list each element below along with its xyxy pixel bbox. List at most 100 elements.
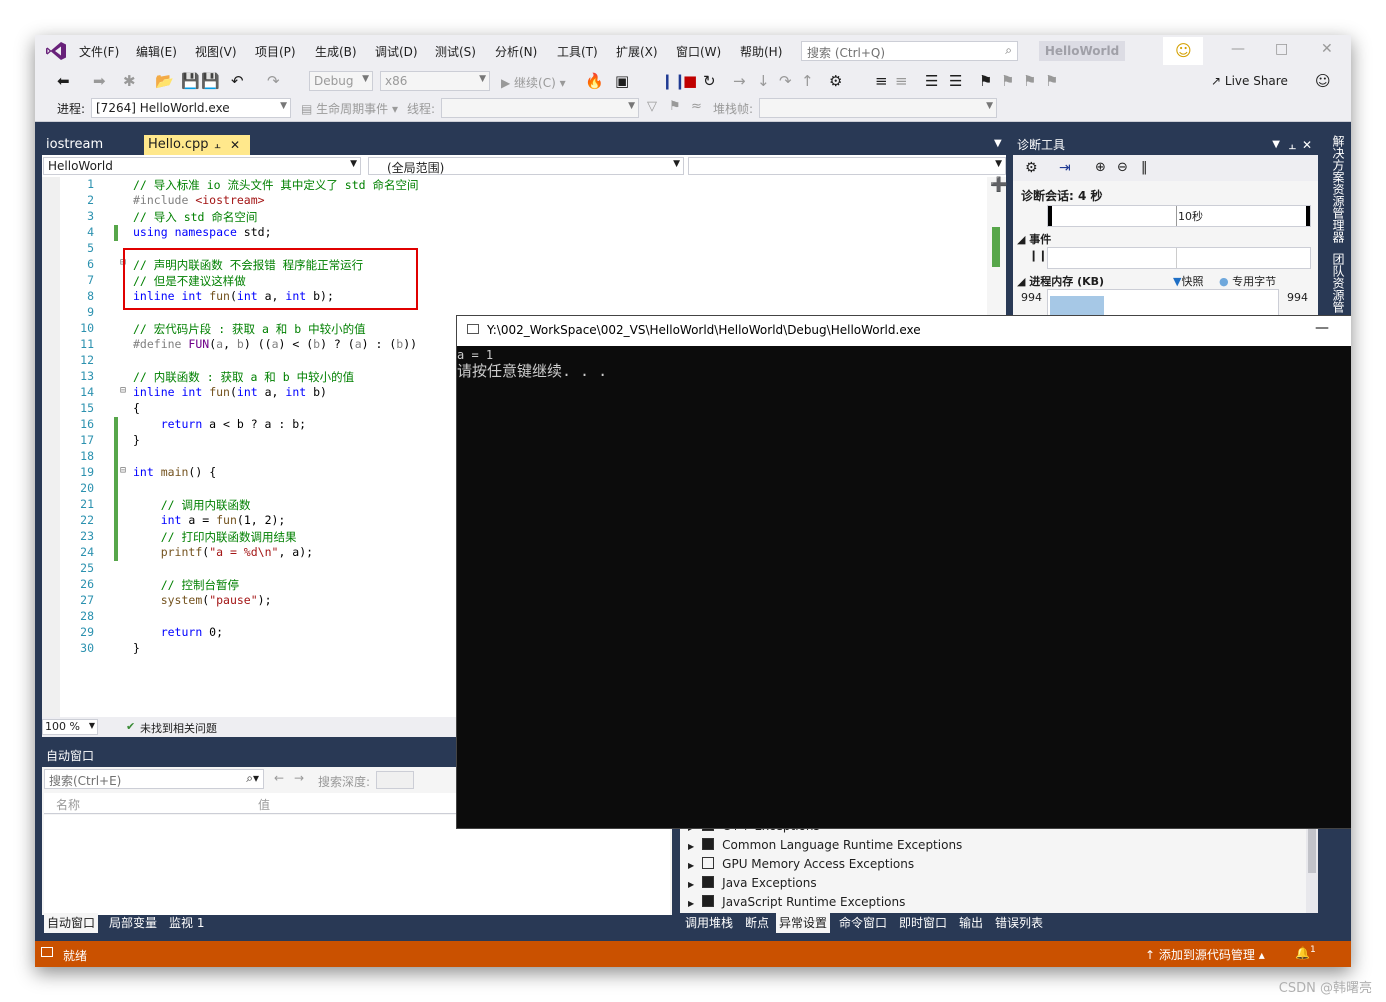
events-header[interactable]: ◢ 事件: [1017, 231, 1051, 247]
tab-exception-settings[interactable]: 异常设置: [776, 913, 831, 933]
pin-icon[interactable]: ⫠: [1289, 135, 1296, 155]
maximize-icon[interactable]: □: [1275, 41, 1288, 57]
back-icon[interactable]: ⬅: [57, 72, 70, 90]
menu-analyze[interactable]: 分析(N): [495, 43, 537, 60]
tab-hello-cpp[interactable]: Hello.cpp ⫠ ✕: [144, 135, 250, 155]
indent-icon[interactable]: ☰: [925, 72, 938, 90]
member-dropdown[interactable]: ▼: [688, 157, 1006, 175]
comment-icon[interactable]: ≡: [875, 72, 888, 90]
bookmark-icon[interactable]: ⚑: [979, 72, 992, 90]
forward-icon[interactable]: →: [294, 771, 304, 785]
debug-tools-icon[interactable]: ⚙: [829, 72, 842, 90]
zoom-dropdown[interactable]: 100 % ▼: [42, 719, 98, 735]
prev-bookmark-icon[interactable]: ⚑: [1001, 72, 1014, 90]
platform-dropdown[interactable]: x86 ▼: [380, 71, 490, 91]
collapse-icon[interactable]: ⊟: [120, 385, 126, 396]
clear-bookmarks-icon[interactable]: ⚑: [1045, 72, 1058, 90]
uncomment-icon[interactable]: ≡: [895, 72, 908, 90]
process-dropdown[interactable]: [7264] HelloWorld.exe ▼: [91, 98, 291, 118]
next-bookmark-icon[interactable]: ⚑: [1023, 72, 1036, 90]
exception-checkbox[interactable]: [702, 895, 715, 907]
search-depth-dropdown[interactable]: [376, 771, 414, 789]
undo-icon[interactable]: ↶: [231, 72, 244, 90]
menu-tools[interactable]: 工具(T): [557, 43, 598, 60]
outdent-icon[interactable]: ☰: [949, 72, 962, 90]
expand-icon[interactable]: ▶: [688, 880, 694, 889]
user-icon[interactable]: ☺: [1315, 72, 1331, 90]
restart-icon[interactable]: ↻: [703, 72, 716, 90]
open-file-icon[interactable]: 📂: [155, 72, 174, 90]
menu-test[interactable]: 测试(S): [435, 43, 476, 60]
minimize-icon[interactable]: —: [1231, 41, 1245, 57]
collapse-icon[interactable]: ⊟: [120, 465, 126, 476]
tab-output[interactable]: 输出: [956, 913, 986, 933]
timeline-ruler[interactable]: 10秒: [1047, 205, 1311, 227]
lifecycle-events-button[interactable]: ▤ 生命周期事件 ▾: [301, 100, 398, 117]
exception-checkbox[interactable]: [702, 876, 715, 888]
expand-icon[interactable]: ▶: [688, 899, 694, 908]
zoom-in-icon[interactable]: ⊕: [1095, 160, 1106, 175]
stackframe-dropdown[interactable]: ▼: [759, 98, 997, 118]
show-threads-icon[interactable]: ≈: [691, 99, 702, 114]
hot-reload-icon[interactable]: 🔥: [585, 72, 604, 90]
screenshot-icon[interactable]: ▣: [615, 72, 629, 90]
export-icon[interactable]: ⇥: [1059, 160, 1071, 176]
exceptions-scrollbar[interactable]: [1306, 823, 1318, 913]
tab-call-stack[interactable]: 调用堆栈: [682, 913, 736, 933]
scroll-thumb[interactable]: [1308, 823, 1316, 873]
expand-icon[interactable]: ▶: [688, 842, 694, 851]
exception-row[interactable]: ▶ Java Exceptions: [688, 876, 817, 890]
tab-command-window[interactable]: 命令窗口: [836, 913, 890, 933]
configuration-dropdown[interactable]: Debug ▼: [309, 71, 373, 91]
stop-icon[interactable]: ■: [683, 72, 697, 90]
menu-edit[interactable]: 编辑(E): [136, 43, 177, 60]
chart-icon[interactable]: ‖: [1141, 160, 1148, 175]
pause-icon[interactable]: ❙❙: [1029, 249, 1047, 262]
step-into-icon[interactable]: ↓: [757, 72, 770, 90]
flag-icon[interactable]: ⚑: [669, 99, 681, 114]
close-icon[interactable]: ✕: [1321, 41, 1333, 57]
step-out-icon[interactable]: ↑: [801, 72, 814, 90]
split-icon[interactable]: ➕: [990, 177, 1007, 193]
menu-build[interactable]: 生成(B): [315, 43, 357, 60]
tab-error-list[interactable]: 错误列表: [992, 913, 1046, 933]
minimize-icon[interactable]: —: [1315, 320, 1329, 336]
menu-extensions[interactable]: 扩展(X): [616, 43, 658, 60]
menu-help[interactable]: 帮助(H): [740, 43, 782, 60]
continue-button[interactable]: ▶ 继续(C) ▾: [501, 74, 566, 91]
menu-window[interactable]: 窗口(W): [676, 43, 721, 60]
quick-search-input[interactable]: 搜索 (Ctrl+Q) ⌕: [801, 41, 1018, 61]
redo-icon[interactable]: ↷: [267, 72, 280, 90]
memory-header[interactable]: ◢ 进程内存 (KB): [1017, 273, 1104, 289]
close-icon[interactable]: ✕: [1302, 135, 1312, 155]
filter-icon[interactable]: ▽: [647, 99, 657, 114]
expand-icon[interactable]: ▶: [688, 861, 694, 870]
close-tab-icon[interactable]: ✕: [230, 135, 240, 155]
exception-row[interactable]: ▶ Common Language Runtime Exceptions: [688, 838, 962, 852]
tab-autos[interactable]: 自动窗口: [44, 913, 99, 933]
exception-checkbox[interactable]: [702, 838, 715, 850]
tab-watch1[interactable]: 监视 1: [166, 913, 207, 933]
forward-icon[interactable]: ➡: [93, 72, 106, 90]
source-control-button[interactable]: ↑ 添加到源代码管理 ▴: [1145, 946, 1265, 963]
console-window[interactable]: Y:\002_WorkSpace\002_VS\HelloWorld\Hello…: [456, 315, 1351, 829]
tab-breakpoints[interactable]: 断点: [742, 913, 772, 933]
menu-view[interactable]: 视图(V): [195, 43, 237, 60]
tab-locals[interactable]: 局部变量: [106, 913, 160, 933]
save-icon[interactable]: 💾: [181, 72, 200, 90]
notification-icon[interactable]: 🔔1: [1295, 945, 1316, 960]
autos-search-input[interactable]: 搜索(Ctrl+E) ⌕▾: [44, 769, 264, 789]
menu-debug[interactable]: 调试(D): [375, 43, 418, 60]
new-project-icon[interactable]: ✱: [123, 72, 136, 90]
menu-file[interactable]: 文件(F): [79, 43, 119, 60]
feedback-icon[interactable]: ☺: [1163, 37, 1203, 65]
zoom-out-icon[interactable]: ⊖: [1117, 160, 1128, 175]
project-dropdown[interactable]: HelloWorld ▼: [43, 157, 361, 175]
live-share-button[interactable]: ↗ Live Share: [1211, 74, 1288, 88]
step-over-icon[interactable]: ↷: [779, 72, 792, 90]
solution-explorer-tab[interactable]: 解决方案资源管理器: [1330, 135, 1347, 245]
tab-immediate-window[interactable]: 即时窗口: [896, 913, 950, 933]
pin-icon[interactable]: ⫠: [214, 135, 221, 155]
tab-list-dropdown-icon[interactable]: ▼: [994, 138, 1002, 149]
tab-iostream[interactable]: iostream: [42, 135, 107, 155]
